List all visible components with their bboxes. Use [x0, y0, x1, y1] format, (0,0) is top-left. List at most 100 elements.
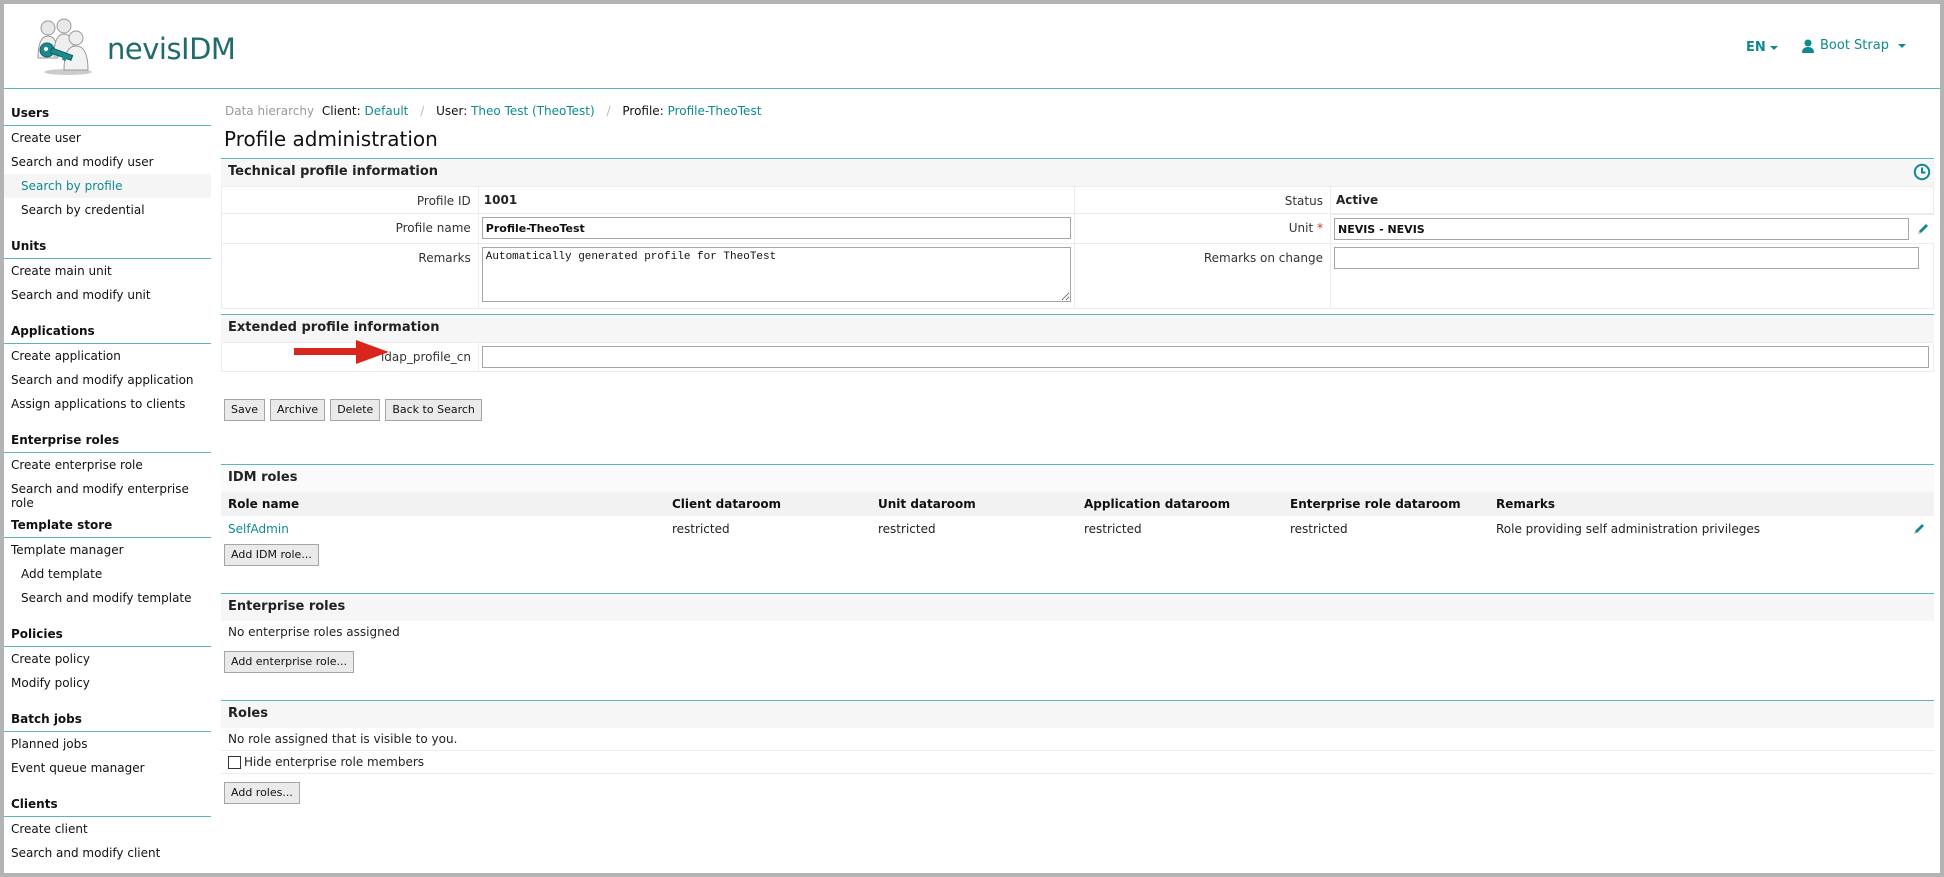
column-header: Unit dataroom — [871, 492, 1077, 516]
user-menu-dropdown[interactable]: Boot Strap — [1801, 38, 1906, 53]
breadcrumb-client-label: Client: — [321, 104, 361, 118]
column-header: Client dataroom — [665, 492, 871, 516]
remarks-on-change-label: Remarks on change — [1074, 243, 1331, 309]
save-button[interactable]: Save — [224, 399, 266, 421]
extended-profile-section: Extended profile information ldap_profil… — [221, 314, 1934, 372]
edit-unit-pencil-icon[interactable] — [1915, 221, 1931, 237]
user-icon — [1802, 39, 1814, 53]
idm-roles-table: Role name Client dataroom Unit dataroom … — [221, 492, 1934, 542]
technical-form: Profile ID 1001 Status Active Profile na… — [221, 186, 1935, 309]
hide-enterprise-role-members-checkbox[interactable] — [228, 755, 241, 769]
add-enterprise-role-button[interactable]: Add enterprise role... — [224, 651, 355, 673]
sidebar-item[interactable]: Add template — [4, 562, 211, 586]
profile-id-label: Profile ID — [221, 186, 479, 214]
extended-section-title: Extended profile information — [228, 320, 440, 335]
breadcrumb-user-label: User: — [436, 104, 468, 118]
profile-actions: Save Archive Delete Back to Search — [221, 399, 1934, 421]
chevron-down-icon — [1897, 43, 1906, 48]
roles-head: Roles — [221, 701, 1934, 728]
sidebar-item[interactable]: Search and modify enterprise role — [4, 477, 211, 510]
column-header: Remarks — [1489, 492, 1889, 516]
breadcrumb-profile-link[interactable]: Profile-TheoTest — [668, 104, 762, 118]
sidebar-group-title: Enterprise roles — [4, 426, 211, 453]
sidebar-group-title: Policies — [4, 620, 211, 647]
remarks-label: Remarks — [221, 243, 479, 309]
column-header: Application dataroom — [1077, 492, 1283, 516]
edit-role-pencil-icon[interactable] — [1911, 521, 1927, 537]
chevron-down-icon — [1769, 45, 1778, 50]
sidebar-item[interactable]: Assign applications to clients — [4, 392, 211, 416]
sidebar-item[interactable]: Create application — [4, 344, 211, 368]
idm-roles-section: IDM roles Role name Client dataroom Unit… — [221, 464, 1934, 566]
sidebar-group: Users Create user Search and modify user Se… — [4, 99, 211, 232]
column-header: Enterprise role dataroom — [1283, 492, 1489, 516]
archive-button[interactable]: Archive — [270, 399, 326, 421]
add-idm-role-button[interactable]: Add IDM role... — [224, 544, 319, 566]
unit-dataroom-cell: restricted — [878, 522, 936, 536]
language-dropdown[interactable]: EN — [1746, 40, 1778, 55]
sidebar-item[interactable]: Search and modify application — [4, 368, 211, 392]
role-name-link[interactable]: SelfAdmin — [228, 522, 289, 536]
enterprise-dataroom-cell: restricted — [1290, 522, 1348, 536]
sidebar-item[interactable]: Create enterprise role — [4, 453, 211, 477]
user-name: Boot Strap — [1820, 38, 1889, 53]
profile-name-input[interactable] — [481, 217, 1072, 239]
enterprise-roles-head: Enterprise roles — [221, 594, 1934, 621]
unit-input[interactable] — [1333, 218, 1909, 240]
breadcrumb-client-link[interactable]: Default — [365, 104, 409, 118]
profile-id-value: 1001 — [483, 193, 518, 207]
sidebar-item[interactable]: Create policy — [4, 647, 211, 671]
sidebar-item[interactable]: Create client — [4, 817, 211, 841]
hide-members-row: Hide enterprise role members — [221, 750, 1934, 774]
language-label: EN — [1746, 40, 1766, 55]
status-label: Status — [1074, 186, 1331, 214]
breadcrumb-user-link[interactable]: Theo Test (TheoTest) — [471, 104, 595, 118]
ldap-profile-cn-input[interactable] — [482, 346, 1929, 368]
sidebar-item[interactable]: Create main unit — [4, 259, 211, 283]
status-value: Active — [1335, 193, 1379, 207]
breadcrumb-profile-label: Profile: — [622, 104, 664, 118]
sidebar-group: Template store Template manager Add templa… — [4, 511, 211, 620]
remarks-cell: Role providing self administration privi… — [1496, 522, 1760, 536]
roles-empty: No role assigned that is visible to you. — [228, 732, 458, 746]
sidebar-group-title: Users — [4, 99, 211, 126]
application-dataroom-cell: restricted — [1084, 522, 1142, 536]
sidebar-item[interactable]: Modify policy — [4, 671, 211, 695]
sidebar-group: Clients Create client Search and modify cl… — [4, 790, 211, 865]
sidebar-item[interactable]: Search by credential — [4, 198, 211, 222]
add-roles-button[interactable]: Add roles... — [224, 782, 300, 804]
sidebar-item[interactable]: Search by profile — [4, 174, 211, 198]
idm-roles-title: IDM roles — [228, 470, 298, 485]
sidebar-item[interactable]: Search and modify user — [4, 150, 211, 174]
sidebar-group-title: Template store — [4, 511, 211, 538]
sidebar-item[interactable]: Search and modify client — [4, 841, 211, 865]
sidebar-item[interactable]: Template manager — [4, 538, 211, 562]
sidebar-nav: Users Create user Search and modify user Se… — [4, 99, 211, 865]
red-arrow-annotation-icon — [294, 340, 389, 364]
delete-button[interactable]: Delete — [330, 399, 381, 421]
sidebar-item[interactable]: Event queue manager — [4, 756, 211, 780]
back-to-search-button[interactable]: Back to Search — [385, 399, 482, 421]
extended-section-head: Extended profile information — [221, 315, 1934, 342]
remarks-textarea[interactable]: Automatically generated profile for Theo… — [481, 247, 1072, 302]
history-clock-icon[interactable] — [1913, 163, 1931, 181]
sidebar-group: Applications Create application Search and… — [4, 317, 211, 426]
enterprise-roles-section: Enterprise roles No enterprise roles ass… — [221, 593, 1934, 673]
roles-title: Roles — [228, 706, 268, 721]
sidebar-item[interactable]: Search and modify template — [4, 586, 211, 610]
hide-members-label: Hide enterprise role members — [244, 755, 425, 769]
extended-form: ldap_profile_cn — [221, 342, 1934, 372]
breadcrumb-separator: / — [420, 104, 425, 118]
sidebar-item[interactable]: Planned jobs — [4, 732, 211, 756]
page-title: Profile administration — [224, 127, 438, 151]
breadcrumb-lead: Data hierarchy — [225, 104, 315, 118]
nevisidm-logo-icon — [37, 18, 92, 75]
breadcrumb: Data hierarchy Client: Default / User: T… — [221, 99, 1934, 123]
technical-section-title: Technical profile information — [228, 164, 439, 179]
remarks-on-change-input[interactable] — [1333, 247, 1919, 269]
sidebar-group-title: Batch jobs — [4, 705, 211, 732]
sidebar-item[interactable]: Create user — [4, 126, 211, 150]
sidebar-item[interactable]: Search and modify unit — [4, 283, 211, 307]
required-marker: * — [1316, 221, 1323, 235]
table-row: SelfAdmin restricted restricted restrict… — [221, 516, 1934, 542]
